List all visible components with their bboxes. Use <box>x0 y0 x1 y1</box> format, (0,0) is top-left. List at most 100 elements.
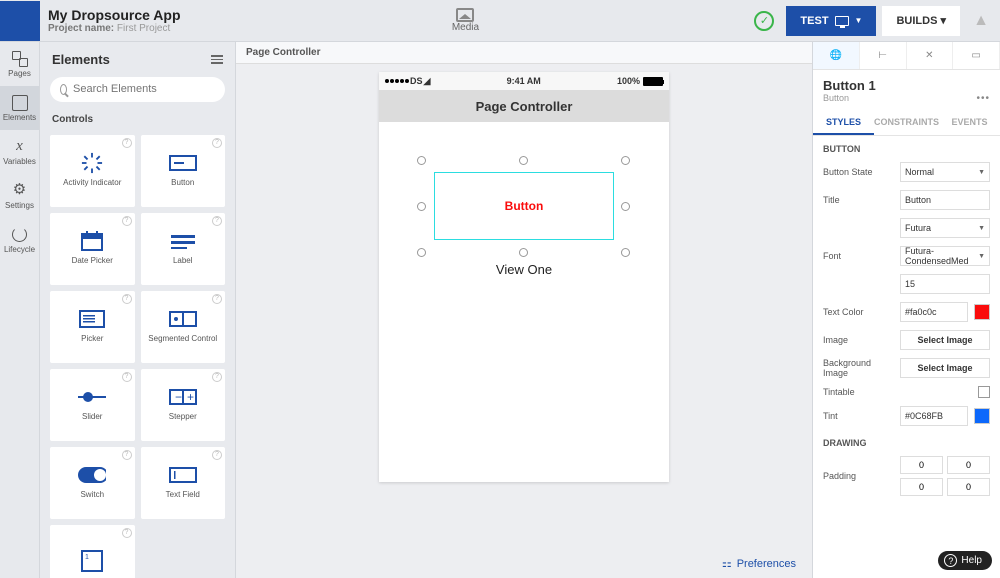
canvas-title: Page Controller <box>236 42 812 64</box>
shuffle-tab[interactable]: ✕ <box>907 42 954 69</box>
help-icon[interactable]: ? <box>212 138 222 148</box>
menu-icon[interactable] <box>211 55 223 64</box>
element-icon <box>169 231 197 251</box>
rail-pages[interactable]: Pages <box>0 42 39 86</box>
selected-button[interactable]: Button <box>434 172 614 240</box>
pages-icon <box>12 51 28 67</box>
tree-tab[interactable]: ⊢ <box>860 42 907 69</box>
tint-input[interactable]: #0C68FB <box>900 406 968 426</box>
textcolor-input[interactable]: #fa0c0c <box>900 302 968 322</box>
monitor-tab[interactable]: ▭ <box>953 42 1000 69</box>
search-icon <box>60 84 67 95</box>
app-logo <box>0 1 40 41</box>
builds-button[interactable]: BUILDS ▾ <box>882 6 960 36</box>
svg-text:−: − <box>175 390 182 404</box>
padding-input[interactable] <box>947 456 990 474</box>
tintable-checkbox[interactable] <box>978 386 990 398</box>
element-icon: −+ <box>169 387 197 407</box>
element-date-picker[interactable]: ?Date Picker <box>50 213 135 285</box>
element-slider[interactable]: ?Slider <box>50 369 135 441</box>
tab-events[interactable]: EVENTS <box>939 111 1000 135</box>
help-button[interactable]: ?Help <box>938 551 992 570</box>
element-icon <box>78 309 106 329</box>
resize-handle[interactable] <box>519 156 528 165</box>
resize-handle[interactable] <box>519 248 528 257</box>
help-icon[interactable]: ? <box>122 216 132 226</box>
preferences-link[interactable]: ⚏Preferences <box>722 557 796 570</box>
wifi-icon: ◢ <box>424 76 431 87</box>
warning-icon[interactable]: ▲ <box>966 6 996 36</box>
button-state-select[interactable]: Normal▼ <box>900 162 990 182</box>
element-stepper[interactable]: ?−+Stepper <box>141 369 226 441</box>
help-icon[interactable]: ? <box>212 216 222 226</box>
font-style-select[interactable]: Futura-CondensedMed▼ <box>900 246 990 266</box>
lifecycle-icon <box>12 227 28 243</box>
gear-icon: ⚙ <box>12 183 28 199</box>
resize-handle[interactable] <box>417 248 426 257</box>
tab-styles[interactable]: STYLES <box>813 111 874 135</box>
svg-text:1: 1 <box>85 554 89 561</box>
element-icon <box>78 153 106 173</box>
app-title: My Dropsource App <box>48 7 181 23</box>
globe-tab[interactable]: 🌐 <box>813 42 860 69</box>
more-icon[interactable]: ••• <box>976 93 990 104</box>
title-input[interactable]: Button <box>900 190 990 210</box>
element-switch[interactable]: ?Switch <box>50 447 135 519</box>
inspector-name: Button 1 <box>823 78 990 93</box>
font-family-select[interactable]: Futura▼ <box>900 218 990 238</box>
rail-lifecycle[interactable]: Lifecycle <box>0 218 39 262</box>
search-input[interactable] <box>50 77 225 102</box>
element-icon <box>78 231 106 251</box>
element-picker[interactable]: ?Picker <box>50 291 135 363</box>
battery-icon <box>643 77 663 86</box>
view-label: View One <box>379 262 669 277</box>
sliders-icon: ⚏ <box>722 557 732 570</box>
media-icon <box>456 8 474 22</box>
image-select-button[interactable]: Select Image <box>900 330 990 350</box>
tab-constraints[interactable]: CONSTRAINTS <box>874 111 939 135</box>
svg-text:+: + <box>187 390 194 404</box>
padding-input[interactable] <box>900 456 943 474</box>
help-icon[interactable]: ? <box>122 450 132 460</box>
resize-handle[interactable] <box>621 156 630 165</box>
element-card[interactable]: ?1 <box>50 525 135 578</box>
media-tab[interactable]: Media <box>189 8 743 33</box>
status-time: 9:41 AM <box>507 76 541 86</box>
element-activity-indicator[interactable]: ?Activity Indicator <box>50 135 135 207</box>
help-icon[interactable]: ? <box>122 294 132 304</box>
help-icon[interactable]: ? <box>122 138 132 148</box>
element-label[interactable]: ?Label <box>141 213 226 285</box>
element-segmented-control[interactable]: ?Segmented Control <box>141 291 226 363</box>
tint-swatch[interactable] <box>974 408 990 424</box>
textcolor-swatch[interactable] <box>974 304 990 320</box>
rail-elements[interactable]: Elements <box>0 86 39 130</box>
test-button[interactable]: TEST▼ <box>786 6 876 36</box>
rail-variables[interactable]: xVariables <box>0 130 39 174</box>
resize-handle[interactable] <box>417 202 426 211</box>
rail-settings[interactable]: ⚙Settings <box>0 174 39 218</box>
padding-input[interactable] <box>947 478 990 496</box>
padding-input[interactable] <box>900 478 943 496</box>
page-controller-title: Page Controller <box>379 90 669 122</box>
help-icon[interactable]: ? <box>212 450 222 460</box>
resize-handle[interactable] <box>621 248 630 257</box>
element-text-field[interactable]: ?Text Field <box>141 447 226 519</box>
resize-handle[interactable] <box>621 202 630 211</box>
device-preview[interactable]: DS ◢ 9:41 AM 100% Page Controller Button… <box>379 72 669 482</box>
help-icon[interactable]: ? <box>212 294 222 304</box>
status-check-icon: ✓ <box>754 11 774 31</box>
elements-icon <box>12 95 28 111</box>
help-icon[interactable]: ? <box>122 372 132 382</box>
help-icon[interactable]: ? <box>212 372 222 382</box>
element-button[interactable]: ?Button <box>141 135 226 207</box>
element-icon <box>78 387 106 407</box>
bgimage-select-button[interactable]: Select Image <box>900 358 990 378</box>
resize-handle[interactable] <box>417 156 426 165</box>
element-icon <box>169 465 197 485</box>
font-size-input[interactable]: 15 <box>900 274 990 294</box>
panel-title: Elements <box>52 52 110 67</box>
element-icon <box>78 465 106 485</box>
variables-icon: x <box>12 139 28 155</box>
element-icon <box>169 309 197 329</box>
project-name: First Project <box>117 23 170 34</box>
